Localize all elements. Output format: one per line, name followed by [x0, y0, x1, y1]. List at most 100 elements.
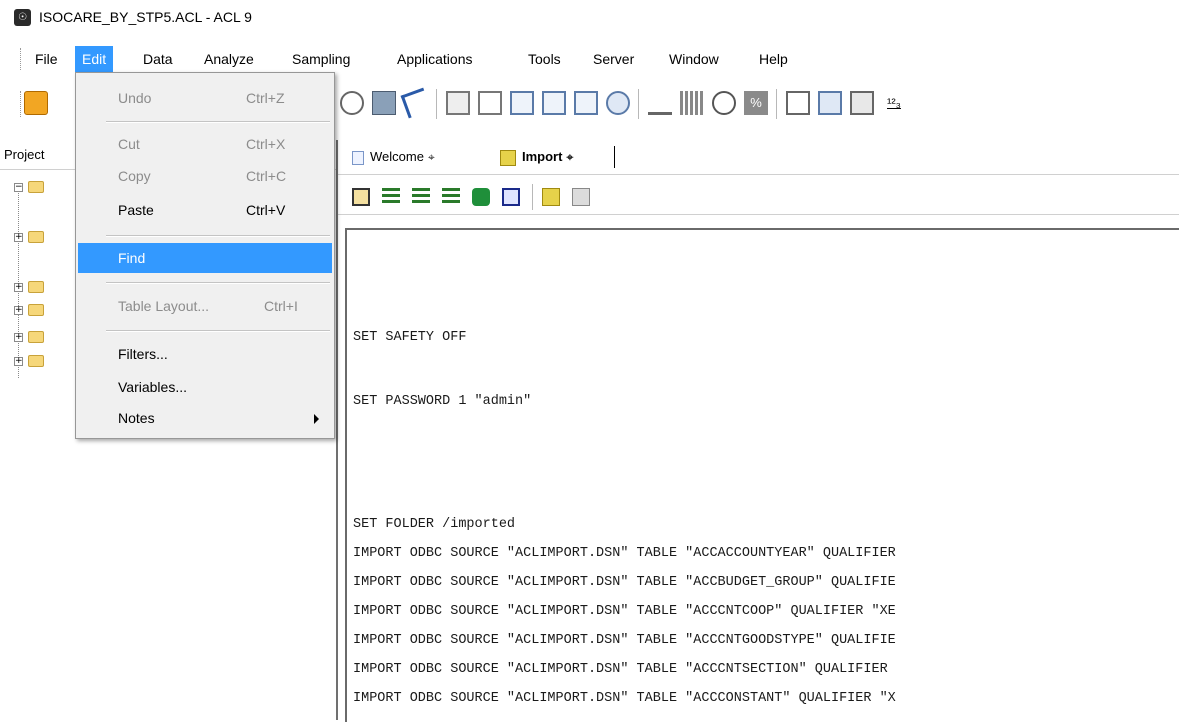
tab-insertion-cursor [614, 146, 615, 168]
edit-menu-dropdown: Undo Ctrl+Z Cut Ctrl+X Copy Ctrl+C Paste… [75, 72, 335, 439]
format-text-icon[interactable] [606, 91, 630, 115]
document-icon [352, 150, 364, 165]
tab-import[interactable]: Import ⌖ [500, 146, 573, 168]
cut-shortcut: Ctrl+X [246, 136, 286, 152]
script-from-log-icon[interactable] [542, 188, 560, 206]
menu-server[interactable]: Server [586, 46, 641, 72]
code-line: IMPORT ODBC SOURCE "ACLIMPORT.DSN" TABLE… [353, 575, 896, 590]
menu-sampling[interactable]: Sampling [285, 46, 357, 72]
notes-label: Notes [118, 410, 155, 426]
menu-separator [106, 235, 330, 237]
title-bar: ☉ ISOCARE_BY_STP5.ACL - ACL 9 [0, 0, 1179, 34]
script-editor: Welcome ⌖ Import ⌖ SET SAFETY OFF SET PASS… [338, 140, 1179, 722]
join-icon[interactable] [850, 91, 874, 115]
folder-icon [28, 231, 44, 243]
menu-item-undo[interactable]: Undo Ctrl+Z [78, 83, 332, 113]
delete-field-icon[interactable] [574, 91, 598, 115]
menu-separator [106, 330, 330, 332]
menu-data[interactable]: Data [136, 46, 180, 72]
folder-icon [28, 331, 44, 343]
folder-icon [28, 355, 44, 367]
modify-field-icon[interactable] [542, 91, 566, 115]
menu-tools[interactable]: Tools [521, 46, 568, 72]
menu-item-paste[interactable]: Paste Ctrl+V [78, 195, 332, 225]
statistics-icon[interactable] [648, 91, 672, 115]
code-line: SET PASSWORD 1 "admin" [353, 394, 532, 409]
filters-label: Filters... [118, 346, 168, 362]
menu-applications[interactable]: Applications [390, 46, 480, 72]
tab-welcome-label: Welcome [370, 149, 424, 164]
collapse-icon[interactable]: − [14, 183, 23, 192]
classify-icon[interactable] [818, 91, 842, 115]
refresh-icon[interactable] [472, 188, 490, 206]
cut-label: Cut [118, 136, 140, 152]
expand-icon[interactable]: + [14, 357, 23, 366]
run-script-icon[interactable] [352, 188, 370, 206]
gear-icon[interactable] [340, 91, 364, 115]
code-line: SET SAFETY OFF [353, 330, 467, 345]
script-toolbar [338, 178, 1179, 215]
toolbar-grip [20, 91, 23, 117]
open-project-icon[interactable] [24, 91, 48, 115]
tab-welcome[interactable]: Welcome ⌖ [352, 146, 435, 168]
code-line: IMPORT ODBC SOURCE "ACLIMPORT.DSN" TABLE… [353, 604, 896, 619]
percent-icon[interactable]: % [744, 91, 768, 115]
total-icon[interactable] [712, 91, 736, 115]
table-layout-shortcut: Ctrl+I [264, 298, 298, 314]
script-text-area[interactable]: SET SAFETY OFF SET PASSWORD 1 "admin" SE… [345, 228, 1179, 722]
variables-label: Variables... [118, 379, 187, 395]
folder-icon [28, 281, 44, 293]
pin-icon[interactable]: ⌖ [428, 150, 435, 164]
add-field-icon[interactable] [510, 91, 534, 115]
menu-item-copy[interactable]: Copy Ctrl+C [78, 161, 332, 191]
copy-icon[interactable] [446, 91, 470, 115]
folder-icon [28, 181, 44, 193]
menu-item-table-layout[interactable]: Table Layout... Ctrl+I [78, 291, 332, 321]
script-icon [500, 149, 516, 166]
undo-label: Undo [118, 90, 152, 106]
code-line: IMPORT ODBC SOURCE "ACLIMPORT.DSN" TABLE… [353, 546, 896, 561]
code-line: IMPORT ODBC SOURCE "ACLIMPORT.DSN" TABLE… [353, 662, 896, 677]
menu-edit[interactable]: Edit [75, 46, 114, 72]
filter-icon[interactable] [400, 87, 432, 119]
script-from-table-icon[interactable] [572, 188, 590, 206]
find-label: Find [118, 250, 146, 266]
menu-help[interactable]: Help [752, 46, 795, 72]
expand-icon[interactable]: + [14, 233, 23, 242]
menu-item-notes[interactable]: Notes [78, 403, 332, 433]
table-view-icon[interactable] [372, 91, 396, 115]
menu-item-variables[interactable]: Variables... [78, 372, 332, 402]
expand-icon[interactable]: + [14, 306, 23, 315]
expand-icon[interactable]: + [14, 283, 23, 292]
menubar-grip [20, 48, 23, 70]
tab-import-label: Import [522, 149, 563, 164]
menu-item-cut[interactable]: Cut Ctrl+X [78, 129, 332, 159]
indent-icon[interactable] [442, 188, 460, 206]
menu-window[interactable]: Window [662, 46, 726, 72]
toolbar-separator [436, 89, 437, 119]
sequence-icon[interactable]: ¹²₃ [882, 91, 906, 115]
menu-item-filters[interactable]: Filters... [78, 339, 332, 369]
copy-shortcut: Ctrl+C [246, 168, 287, 184]
expand-icon[interactable]: + [14, 333, 23, 342]
stratify-icon[interactable] [680, 91, 704, 115]
dialog-builder-icon[interactable] [502, 188, 520, 206]
menu-analyze[interactable]: Analyze [197, 46, 261, 72]
window-title: ISOCARE_BY_STP5.ACL - ACL 9 [39, 9, 252, 25]
menu-file[interactable]: File [28, 46, 65, 72]
menu-item-find[interactable]: Find [78, 243, 332, 273]
toolbar-separator [638, 89, 639, 119]
pin-icon[interactable]: ⌖ [566, 150, 573, 164]
menu-separator [106, 121, 330, 123]
undo-shortcut: Ctrl+Z [246, 90, 285, 106]
code-line: SET FOLDER /imported [353, 517, 516, 532]
table-layout-label: Table Layout... [118, 298, 210, 314]
edit-document-icon[interactable] [478, 91, 502, 115]
toolbar-separator [532, 184, 533, 210]
summarize-icon[interactable] [786, 91, 810, 115]
paste-shortcut: Ctrl+V [246, 202, 286, 218]
menu-bar: File Edit Data Analyze Sampling Applicat… [0, 46, 1179, 72]
step-icon[interactable] [382, 188, 400, 206]
insert-line-icon[interactable] [412, 188, 430, 206]
menu-separator [106, 282, 330, 284]
